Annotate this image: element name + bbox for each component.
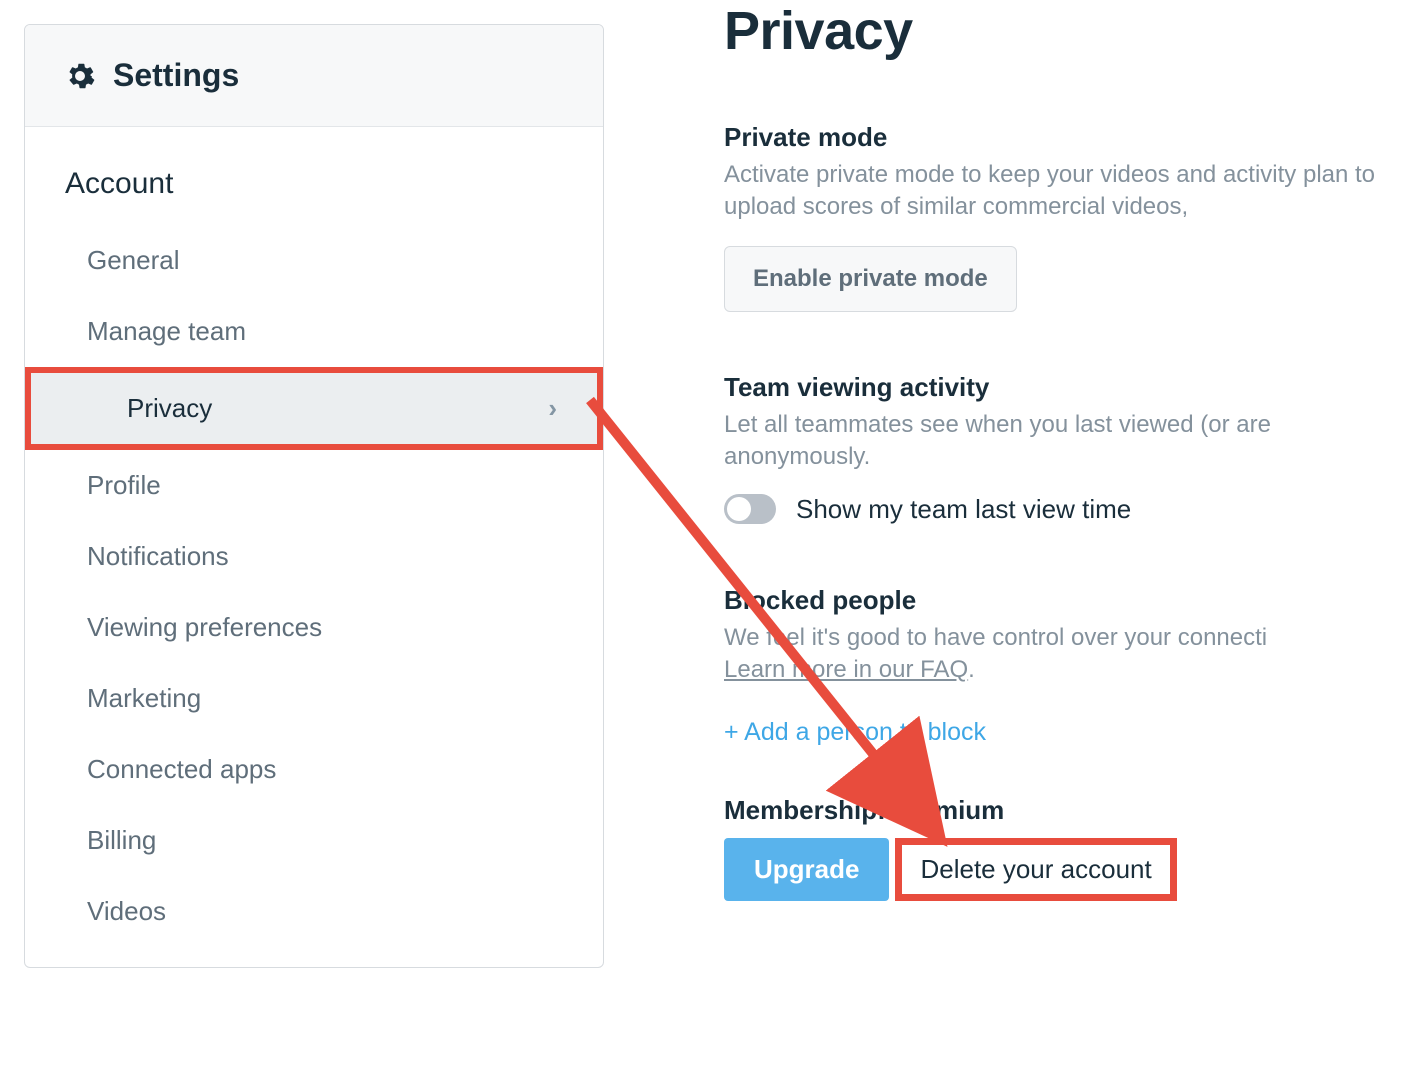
blocked-people-desc: We feel it's good to have control over y… xyxy=(724,622,1412,687)
private-mode-heading: Private mode xyxy=(724,122,1412,153)
delete-account-highlight: Delete your account xyxy=(895,838,1176,901)
sidebar-item-marketing[interactable]: Marketing xyxy=(25,663,603,734)
sidebar-item-label: General xyxy=(87,245,180,276)
sidebar-header: Settings xyxy=(25,25,603,127)
gear-icon xyxy=(65,61,95,91)
team-viewing-section: Team viewing activity Let all teammates … xyxy=(724,372,1412,525)
sidebar-nav-list: General Manage team Privacy › Profile No… xyxy=(25,215,603,967)
sidebar-item-general[interactable]: General xyxy=(25,225,603,296)
sidebar-title: Settings xyxy=(113,57,239,94)
show-team-last-view-toggle[interactable] xyxy=(724,494,776,524)
sidebar-item-label: Marketing xyxy=(87,683,201,714)
blocked-people-heading: Blocked people xyxy=(724,585,1412,616)
enable-private-mode-button[interactable]: Enable private mode xyxy=(724,246,1017,312)
faq-link[interactable]: Learn more in our FAQ xyxy=(724,656,968,683)
team-viewing-desc: Let all teammates see when you last view… xyxy=(724,409,1412,474)
sidebar-item-manage-team[interactable]: Manage team xyxy=(25,296,603,367)
team-viewing-heading: Team viewing activity xyxy=(724,372,1412,403)
delete-account-link[interactable]: Delete your account xyxy=(920,854,1151,885)
sidebar-item-label: Privacy xyxy=(127,393,212,424)
sidebar-item-label: Profile xyxy=(87,470,161,501)
settings-sidebar: Settings Account General Manage team Pri… xyxy=(24,24,604,968)
blocked-people-desc-text: We feel it's good to have control over y… xyxy=(724,624,1267,651)
membership-label-prefix: Membership: xyxy=(724,795,893,825)
team-viewing-toggle-row: Show my team last view time xyxy=(724,494,1412,525)
sidebar-item-billing[interactable]: Billing xyxy=(25,805,603,876)
membership-plan: Premium xyxy=(893,795,1004,825)
add-person-to-block-link[interactable]: + Add a person to block xyxy=(724,718,986,747)
sidebar-item-notifications[interactable]: Notifications xyxy=(25,521,603,592)
main-content: Privacy Private mode Activate private mo… xyxy=(604,0,1412,901)
membership-section: Membership: Premium Upgrade Delete your … xyxy=(724,795,1412,901)
toggle-knob-icon xyxy=(727,497,751,521)
upgrade-button[interactable]: Upgrade xyxy=(724,838,889,901)
toggle-label: Show my team last view time xyxy=(796,494,1131,525)
private-mode-section: Private mode Activate private mode to ke… xyxy=(724,122,1412,312)
sidebar-item-label: Connected apps xyxy=(87,754,276,785)
sidebar-item-viewing-preferences[interactable]: Viewing preferences xyxy=(25,592,603,663)
sidebar-item-privacy[interactable]: Privacy › xyxy=(25,367,603,450)
page-title: Privacy xyxy=(724,0,1412,62)
sidebar-item-connected-apps[interactable]: Connected apps xyxy=(25,734,603,805)
chevron-right-icon: › xyxy=(548,393,557,424)
sidebar-item-profile[interactable]: Profile xyxy=(25,450,603,521)
sidebar-item-label: Videos xyxy=(87,896,166,927)
sidebar-section-heading: Account xyxy=(25,127,603,215)
blocked-people-section: Blocked people We feel it's good to have… xyxy=(724,585,1412,748)
sidebar-item-label: Notifications xyxy=(87,541,229,572)
private-mode-desc: Activate private mode to keep your video… xyxy=(724,159,1412,224)
sidebar-item-label: Billing xyxy=(87,825,156,856)
sidebar-item-videos[interactable]: Videos xyxy=(25,876,603,947)
membership-buttons: Upgrade Delete your account xyxy=(724,838,1412,901)
sidebar-item-label: Manage team xyxy=(87,316,246,347)
membership-label: Membership: Premium xyxy=(724,795,1412,826)
sidebar-item-label: Viewing preferences xyxy=(87,612,322,643)
